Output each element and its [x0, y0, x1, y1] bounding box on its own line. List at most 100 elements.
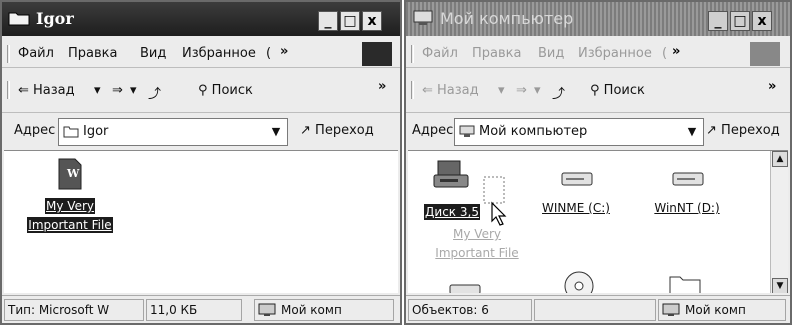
file-list-view[interactable]: W My Very Important File — [4, 150, 398, 293]
close-button[interactable]: x — [362, 11, 382, 31]
go-button[interactable]: ↗ Переход — [706, 123, 780, 138]
status-empty — [534, 299, 656, 321]
address-field[interactable]: Igor ▼ — [58, 118, 288, 146]
file-label-line2: Important File — [27, 217, 113, 233]
forward-button[interactable]: ⇒ — [112, 83, 123, 98]
menu-favorites[interactable]: Избранное — [182, 46, 256, 61]
address-value: Мой компьютер — [479, 124, 588, 139]
menu-edit[interactable]: Правка — [472, 46, 521, 61]
address-label: Адрес — [412, 123, 454, 138]
menu-overflow[interactable]: ( — [266, 46, 271, 61]
explorer-window-my-computer[interactable]: Мой компьютер _ □ x Файл Правка Вид Избр… — [404, 0, 792, 325]
vertical-scrollbar[interactable]: ▲ ▼ — [770, 151, 788, 293]
drive-list-view[interactable]: Диск 3,5 WINME (C:) WinNT (D:) My Very I… — [408, 150, 788, 293]
status-bar: Тип: Microsoft W 11,0 КБ Мой комп — [2, 295, 400, 323]
title-bar[interactable]: Igor _ □ x — [2, 2, 400, 36]
status-zone-label: Мой комп — [685, 303, 746, 317]
standard-toolbar: ⇐ Назад ▾ ⇒ ▾ ⤴ ⚲ Поиск » — [406, 69, 790, 113]
status-zone: Мой комп — [254, 299, 394, 321]
go-arrow-icon: ↗ — [300, 123, 311, 138]
hard-drive-icon — [672, 172, 704, 186]
drag-cursor-icon — [491, 201, 507, 226]
status-bar: Объектов: 6 Мой комп — [406, 295, 790, 323]
file-item[interactable]: W My Very Important File — [10, 157, 130, 233]
drive-item-c[interactable]: WINME (C:) — [528, 165, 624, 216]
window-title: Мой компьютер — [440, 9, 574, 28]
back-button[interactable]: ⇐ Назад — [18, 83, 75, 98]
menu-file[interactable]: Файл — [422, 46, 458, 61]
hard-drive-icon — [449, 284, 481, 293]
windows-flag-icon — [750, 42, 780, 66]
address-bar: Адрес Мой компьютер ▼ ↗ Переход — [406, 114, 790, 150]
search-button[interactable]: ⚲ Поиск — [590, 83, 645, 98]
chevron-icon[interactable]: » — [378, 79, 386, 94]
menu-favorites[interactable]: Избранное — [578, 46, 652, 61]
forward-dropdown-icon[interactable]: ▾ — [130, 83, 137, 98]
back-label: Назад — [437, 83, 479, 98]
address-field[interactable]: Мой компьютер ▼ — [454, 118, 704, 146]
menu-edit[interactable]: Правка — [68, 46, 117, 61]
minimize-button[interactable]: _ — [318, 11, 338, 31]
my-computer-icon — [258, 303, 276, 316]
up-folder-icon[interactable]: ⤴ — [552, 83, 565, 102]
menu-bar: Файл Правка Вид Избранное ( » — [406, 40, 790, 68]
search-label: Поиск — [603, 83, 645, 98]
up-folder-icon[interactable]: ⤴ — [148, 83, 161, 102]
chevron-icon[interactable]: » — [280, 44, 288, 59]
explorer-window-igor[interactable]: Igor _ □ x Файл Правка Вид Избранное ( »… — [0, 0, 402, 325]
go-button[interactable]: ↗ Переход — [300, 123, 374, 138]
toolbar-grip[interactable] — [7, 45, 10, 63]
back-dropdown-icon[interactable]: ▾ — [94, 83, 101, 98]
chevron-icon[interactable]: » — [768, 79, 776, 94]
windows-flag-icon — [362, 42, 392, 66]
maximize-button[interactable]: □ — [340, 11, 360, 31]
menu-view[interactable]: Вид — [140, 46, 166, 61]
address-label: Адрес — [14, 123, 56, 138]
window-title: Igor — [36, 9, 74, 28]
drive-item-d[interactable]: WinNT (D:) — [642, 165, 732, 216]
menu-bar: Файл Правка Вид Избранное ( » — [2, 40, 400, 68]
menu-view[interactable]: Вид — [538, 46, 564, 61]
status-type: Тип: Microsoft W — [4, 299, 144, 321]
chevron-icon[interactable]: » — [672, 44, 680, 59]
drag-ghost: My Very Important File — [412, 213, 542, 261]
go-arrow-icon: ↗ — [706, 123, 717, 138]
address-dropdown-icon[interactable]: ▼ — [267, 122, 285, 142]
my-computer-icon — [662, 303, 680, 316]
address-dropdown-icon[interactable]: ▼ — [683, 122, 701, 142]
status-size: 11,0 КБ — [146, 299, 242, 321]
toolbar-grip[interactable] — [7, 81, 10, 99]
standard-toolbar: ⇐ Назад ▾ ⇒ ▾ ⤴ ⚲ Поиск » — [2, 69, 400, 113]
toolbar-grip[interactable] — [411, 45, 414, 63]
floppy-drive-icon — [433, 160, 469, 188]
maximize-button[interactable]: □ — [730, 11, 750, 31]
forward-dropdown-icon[interactable]: ▾ — [534, 83, 541, 98]
minimize-button[interactable]: _ — [708, 11, 728, 31]
scroll-down-icon[interactable]: ▼ — [772, 278, 788, 293]
go-label: Переход — [315, 123, 374, 138]
folder-icon — [63, 126, 79, 138]
back-button[interactable]: ⇐ Назад — [422, 83, 479, 98]
file-label-line1: My Very — [45, 198, 95, 214]
word-document-icon: W — [58, 158, 82, 190]
back-dropdown-icon[interactable]: ▾ — [498, 83, 505, 98]
magnifier-icon: ⚲ — [198, 83, 208, 98]
toolbar-grip[interactable] — [411, 81, 414, 99]
title-bar[interactable]: Мой компьютер _ □ x — [406, 2, 790, 36]
search-button[interactable]: ⚲ Поиск — [198, 83, 253, 98]
cd-drive-icon — [564, 271, 594, 293]
status-objects: Объектов: 6 — [408, 299, 532, 321]
my-computer-icon — [459, 125, 475, 137]
back-label: Назад — [33, 83, 75, 98]
folder-icon — [669, 276, 701, 293]
forward-button[interactable]: ⇒ — [516, 83, 527, 98]
my-computer-icon — [413, 10, 433, 25]
close-button[interactable]: x — [752, 11, 772, 31]
folder-icon — [8, 12, 30, 26]
address-value: Igor — [83, 124, 109, 139]
scroll-up-icon[interactable]: ▲ — [772, 151, 788, 167]
menu-file[interactable]: Файл — [18, 46, 54, 61]
svg-text:W: W — [66, 167, 80, 180]
menu-overflow[interactable]: ( — [662, 46, 667, 61]
drive-label: WINME (C:) — [542, 201, 610, 215]
